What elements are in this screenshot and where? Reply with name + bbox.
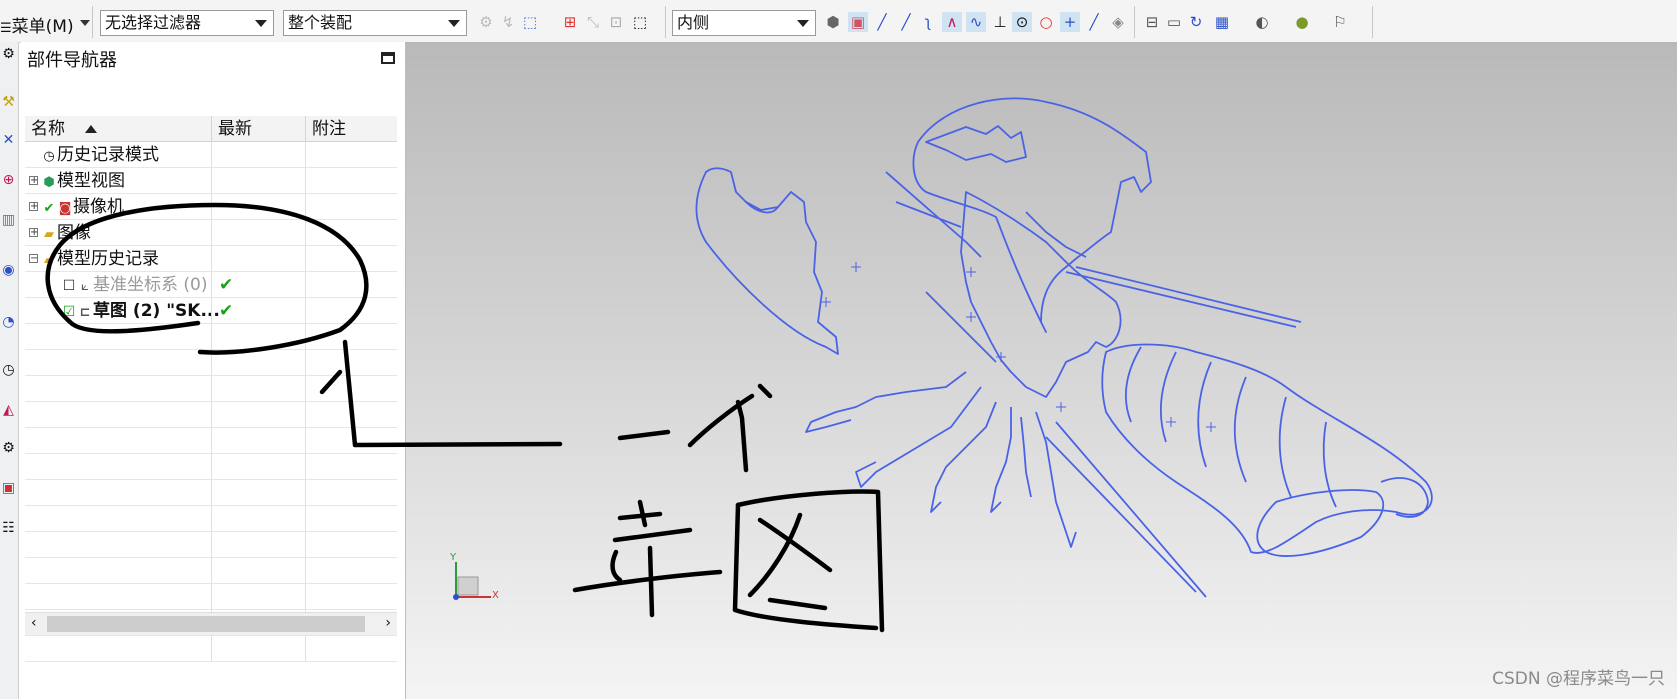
dimension-icon[interactable]: ⤡ xyxy=(583,12,603,32)
point-icon[interactable]: ∧ xyxy=(942,12,962,32)
axis-triad-icon xyxy=(453,562,491,600)
top-toolbar: ☰菜单(M) 无选择过滤器 整个装配 ⚙ ↯ ⬚ ⊞ ⤡ ⊡ ⬚ 内侧 ⬢ ▣ … xyxy=(0,0,1677,43)
datum-icon: ⟀ xyxy=(81,279,89,294)
layout-icon[interactable]: ▦ xyxy=(1212,12,1232,32)
axis-x-label: X xyxy=(492,590,499,601)
view-icon: ⬢ xyxy=(43,175,55,190)
sort-ascending-icon xyxy=(85,125,97,133)
panel-title: 部件导航器 xyxy=(27,50,117,71)
palette-icon[interactable]: ◭ xyxy=(0,400,17,420)
perpendicular-icon[interactable]: ⊥ xyxy=(990,12,1010,32)
column-header-latest[interactable]: 最新 xyxy=(211,116,305,142)
history-icon[interactable]: ◔ xyxy=(0,312,17,332)
latest-checkmark: ✔ xyxy=(219,301,234,321)
tools-icon[interactable]: ⚙ xyxy=(0,438,17,458)
tangent-icon[interactable]: ╱ xyxy=(1084,12,1104,32)
watermark: CSDN @程序菜鸟一只 xyxy=(1492,669,1665,689)
refresh-icon[interactable]: ↻ xyxy=(1186,12,1206,32)
latest-checkmark: ✔ xyxy=(219,275,234,295)
cube-icon[interactable]: ⬢ xyxy=(823,12,843,32)
rect-icon[interactable]: ⬚ xyxy=(630,12,650,32)
assembly-scope-select[interactable]: 整个装配 xyxy=(283,10,467,36)
move-icon[interactable]: ↯ xyxy=(498,12,518,32)
checkmark-icon: ✔ xyxy=(43,201,55,216)
add-icon[interactable]: ⊞ xyxy=(560,12,580,32)
roles-icon[interactable]: ▣ xyxy=(0,478,17,498)
constraint-nav-icon[interactable]: ✕ xyxy=(0,130,17,150)
reuse-library-icon[interactable]: ▥ xyxy=(0,210,17,230)
cross-icon[interactable]: + xyxy=(1060,12,1080,32)
folder-open-icon: ▰ xyxy=(44,253,54,268)
resource-bar: ⚙ ⚒ ✕ ⊕ ▥ ◉ ◔ ◷ ◭ ⚙ ▣ ☷ xyxy=(0,42,19,699)
axis-y-label: Y xyxy=(450,552,457,563)
view-icon[interactable]: ◈ xyxy=(1108,12,1128,32)
clock-icon: ◷ xyxy=(43,149,55,164)
spline-icon[interactable]: ∿ xyxy=(966,12,986,32)
image-icon[interactable]: ▭ xyxy=(1164,12,1184,32)
snap-options-icon[interactable]: ⚐ xyxy=(1330,12,1350,32)
horizontal-scrollbar[interactable]: ‹ › xyxy=(25,612,397,635)
column-header-name[interactable]: 名称 xyxy=(25,116,211,142)
maximize-icon[interactable] xyxy=(381,52,395,64)
sketch-icon: ⊏ xyxy=(79,305,91,320)
graphics-window[interactable]: Y X CSDN @程序菜鸟一只 xyxy=(406,42,1677,699)
expand-icon[interactable]: + xyxy=(29,228,38,238)
zoom-icon[interactable]: ⊟ xyxy=(1142,12,1162,32)
line-icon[interactable]: ╱ xyxy=(872,12,892,32)
list-icon[interactable]: ☷ xyxy=(0,518,17,538)
box-icon[interactable]: ⊡ xyxy=(606,12,626,32)
visibility-checkbox[interactable]: ☐ xyxy=(61,273,77,299)
render-icon[interactable]: ◐ xyxy=(1252,12,1272,32)
assembly-nav-icon[interactable]: ⚒ xyxy=(0,92,17,112)
expand-icon[interactable]: + xyxy=(29,176,38,186)
column-header-notes[interactable]: 附注 xyxy=(305,116,397,142)
sphere-icon[interactable]: ● xyxy=(1292,12,1312,32)
collapse-icon[interactable]: − xyxy=(29,254,38,264)
visibility-checkbox-checked[interactable]: ☑ xyxy=(61,299,77,325)
selection-filter-select[interactable]: 无选择过滤器 xyxy=(100,10,274,36)
menu-dropdown-arrow[interactable] xyxy=(80,20,90,26)
scroll-right-icon[interactable]: › xyxy=(385,615,391,631)
lobster-sketch xyxy=(695,97,1433,598)
arc-icon[interactable]: ʅ xyxy=(918,12,938,32)
part-nav-icon[interactable]: ⊕ xyxy=(0,170,17,190)
expand-icon[interactable]: + xyxy=(29,202,38,212)
part-navigator-panel: 部件导航器 名称 最新 附注 ◷ 历史记录模式 + ⬢ 模型视图 + ✔ ◙摄像… xyxy=(21,42,406,699)
menu-button[interactable]: ☰菜单(M) xyxy=(0,12,74,37)
camera-icon: ◙ xyxy=(58,201,72,216)
scroll-left-icon[interactable]: ‹ xyxy=(31,615,37,631)
folder-icon: ▰ xyxy=(44,227,54,242)
menu-icon: ☰ xyxy=(0,21,12,36)
web-browser-icon[interactable]: ◉ xyxy=(0,260,17,280)
circle-icon[interactable]: ○ xyxy=(1036,12,1056,32)
clock-icon[interactable]: ◷ xyxy=(0,360,17,380)
settings-icon[interactable]: ⚙ xyxy=(0,44,17,64)
circle-center-icon[interactable]: ⊙ xyxy=(1012,12,1032,32)
select-icon[interactable]: ⬚ xyxy=(520,12,540,32)
scrollbar-thumb[interactable] xyxy=(47,616,365,632)
solid-icon[interactable]: ▣ xyxy=(848,12,868,32)
line-icon-2[interactable]: ╱ xyxy=(896,12,916,32)
selection-mode-select[interactable]: 内侧 xyxy=(672,10,816,36)
snap-icon[interactable]: ⚙ xyxy=(476,12,496,32)
sketch-drawing xyxy=(453,97,1433,600)
